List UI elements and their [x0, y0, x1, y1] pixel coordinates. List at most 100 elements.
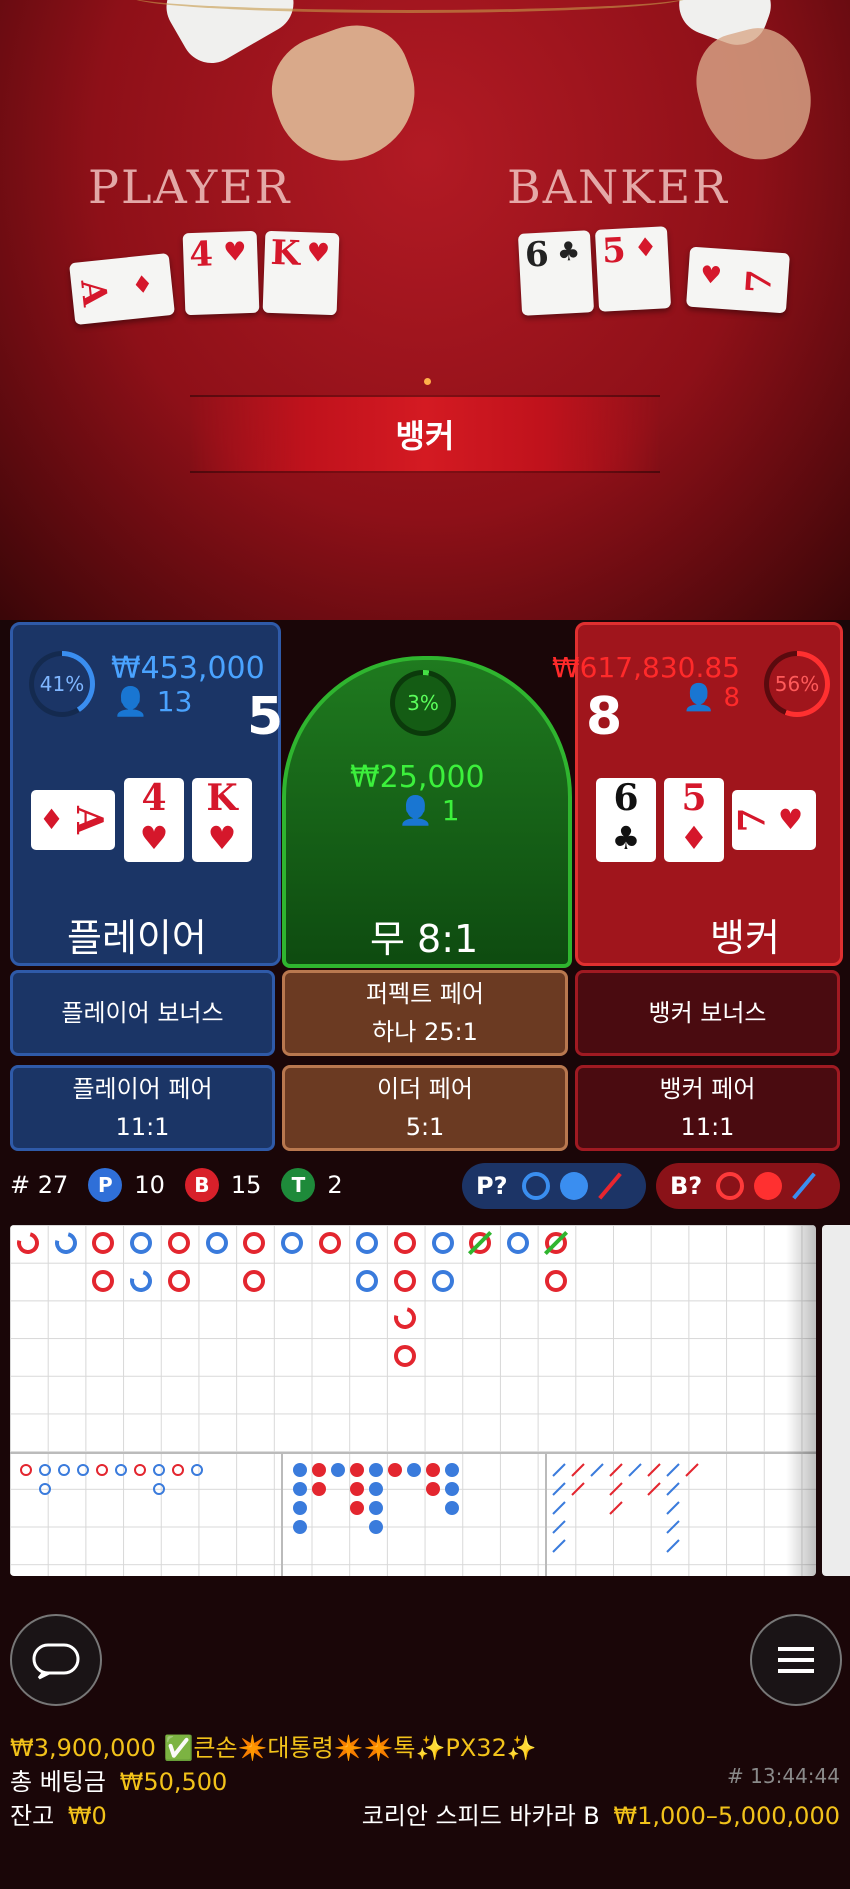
banker-pair-odds: 11:1 [680, 1113, 735, 1141]
player-bettors: 13 [156, 685, 193, 718]
banker-bet-area[interactable]: ₩617,830.85 👤 8 56% 8 6 ♣ 5 ♦ 7 ♥ 뱅커 [552, 622, 843, 966]
balance: 잔고 ₩0 [10, 1796, 107, 1831]
perfect-pair-label: 퍼펙트 페어 [365, 980, 485, 1008]
roadmap-next-page[interactable] [822, 1225, 850, 1576]
either-pair-button[interactable]: 이더 페어 5:1 [282, 1065, 568, 1151]
either-pair-label: 이더 페어 [377, 1075, 473, 1103]
dealer-right-hand [685, 17, 825, 173]
card-suit: ♥ [222, 237, 248, 268]
banker-predict-button[interactable]: B? [656, 1163, 840, 1209]
player-percent-ring: 41% [29, 651, 95, 717]
bead-road-mark [394, 1269, 416, 1292]
banker-label: 뱅커 [710, 916, 780, 960]
balance-label: 잔고 [10, 1802, 55, 1830]
blue-slash-icon [792, 1172, 817, 1200]
either-pair-odds: 5:1 [405, 1113, 445, 1141]
perfect-pair-odds: 하나 25:1 [372, 1018, 478, 1046]
tie-win-icon: T [281, 1168, 316, 1202]
bead-road-mark [243, 1269, 266, 1292]
solid-red-circle-icon [754, 1172, 783, 1200]
tie-bet-area[interactable]: 3% ₩25,000 👤 1 무 8:1 [282, 656, 572, 968]
card-rank: A [72, 277, 115, 309]
card-suit: ♦ [39, 803, 65, 836]
table-info: 코리안 스피드 바카라 B ₩1,000–5,000,000 [362, 1796, 840, 1831]
banker-card-1: 6 ♣ [596, 778, 656, 862]
banker-pair-label: 뱅커 페어 [659, 1075, 756, 1103]
bead-road-mark [205, 1232, 228, 1254]
table-banker-card-3: 7 ♥ [686, 246, 790, 314]
player-label: 플레이어 [67, 916, 207, 960]
tie-label: 무 8:1 [370, 917, 479, 961]
hollow-blue-circle-icon [521, 1172, 550, 1200]
roadmap-scoreboard[interactable] [10, 1225, 816, 1576]
small-road [293, 1463, 459, 1534]
card-suit: ♦ [130, 268, 155, 300]
menu-button[interactable] [750, 1614, 842, 1706]
bead-road [10, 1225, 816, 1452]
bead-road-mark [394, 1232, 416, 1254]
bead-road-mark [50, 1227, 81, 1259]
player-bet-amount: ₩453,000 [111, 651, 265, 686]
card-suit: ♦ [633, 232, 659, 264]
card-suit: ♣ [556, 236, 582, 268]
chat-button[interactable] [10, 1614, 102, 1706]
chat-bubble-icon [32, 1643, 80, 1680]
perfect-pair-button[interactable]: 퍼펙트 페어 하나 25:1 [282, 970, 568, 1056]
round-stats: # 27 P 10 B 15 T 2 [10, 1168, 343, 1202]
table-player-label: PLAYER [88, 160, 292, 214]
table-player-card-2: 4 ♥ [182, 230, 260, 316]
player-predict-button[interactable]: P? [462, 1163, 646, 1209]
table-player-card-3: K ♥ [262, 230, 340, 316]
card-rank: 5 [681, 777, 707, 819]
tie-percent-ring: 3% [390, 670, 456, 736]
table-banker-card-1: 6 ♣ [517, 230, 595, 316]
person-icon: 👤 [682, 683, 716, 713]
person-icon: 👤 [398, 794, 433, 827]
player-pair-button[interactable]: 플레이어 페어 11:1 [10, 1065, 275, 1151]
card-rank: 5 [601, 230, 627, 272]
banker-pair-button[interactable]: 뱅커 페어 11:1 [575, 1065, 840, 1151]
player-bonus-button[interactable]: 플레이어 보너스 [10, 970, 275, 1056]
cockroach-road [552, 1463, 699, 1553]
banker-win-icon: B [184, 1168, 219, 1202]
card-rank: 7 [739, 268, 781, 295]
bead-road-mark [318, 1232, 341, 1254]
person-icon: 👤 [113, 685, 148, 718]
total-bet-value: ₩50,500 [119, 1768, 228, 1796]
card-suit: ♣ [611, 819, 641, 857]
result-banner: 뱅커 [190, 395, 660, 473]
big-eye-road [20, 1464, 203, 1495]
player-card-3: K ♥ [192, 778, 252, 862]
round-prefix: # [10, 1171, 31, 1199]
player-percent: 41% [34, 656, 90, 712]
card-suit: ♥ [207, 819, 237, 857]
player-card-1: ♦ A [31, 790, 115, 850]
banker-predict-label: B? [670, 1172, 703, 1200]
bead-road-mark [92, 1269, 115, 1292]
table-banker-label: BANKER [507, 160, 729, 214]
tie-bettors: 1 [441, 794, 460, 827]
bead-road-mark [167, 1232, 190, 1254]
card-suit: ♦ [679, 819, 709, 857]
bead-road-mark [130, 1232, 153, 1254]
solid-blue-circle-icon [559, 1172, 588, 1200]
chat-message: ₩3,900,000 ✅큰손✴️대통령✴️✴️톡✨PX32✨ [10, 1734, 537, 1762]
dealer-left-hand [256, 9, 434, 181]
total-bet-label: 총 베팅금 [10, 1768, 106, 1796]
bead-road-mark [243, 1232, 266, 1254]
banker-win-count: 15 [230, 1171, 262, 1199]
player-bettor-count: 👤 13 [113, 685, 192, 718]
bead-road-mark [389, 1303, 421, 1334]
banker-bonus-button[interactable]: 뱅커 보너스 [575, 970, 840, 1056]
bead-road-mark [394, 1345, 416, 1368]
bead-road-mark [126, 1265, 157, 1296]
card-rank: K [269, 232, 301, 274]
bead-road-mark [92, 1232, 115, 1254]
bead-road-mark [356, 1232, 379, 1254]
bead-road-mark [167, 1269, 190, 1292]
card-suit: ♥ [778, 803, 804, 836]
player-bet-area[interactable]: 41% ₩453,000 👤 13 5 ♦ A 4 ♥ K ♥ 플레이어 [10, 622, 283, 966]
banker-card-3: 7 ♥ [732, 790, 816, 850]
card-rank: K [206, 777, 238, 819]
card-rank: 6 [613, 777, 639, 819]
